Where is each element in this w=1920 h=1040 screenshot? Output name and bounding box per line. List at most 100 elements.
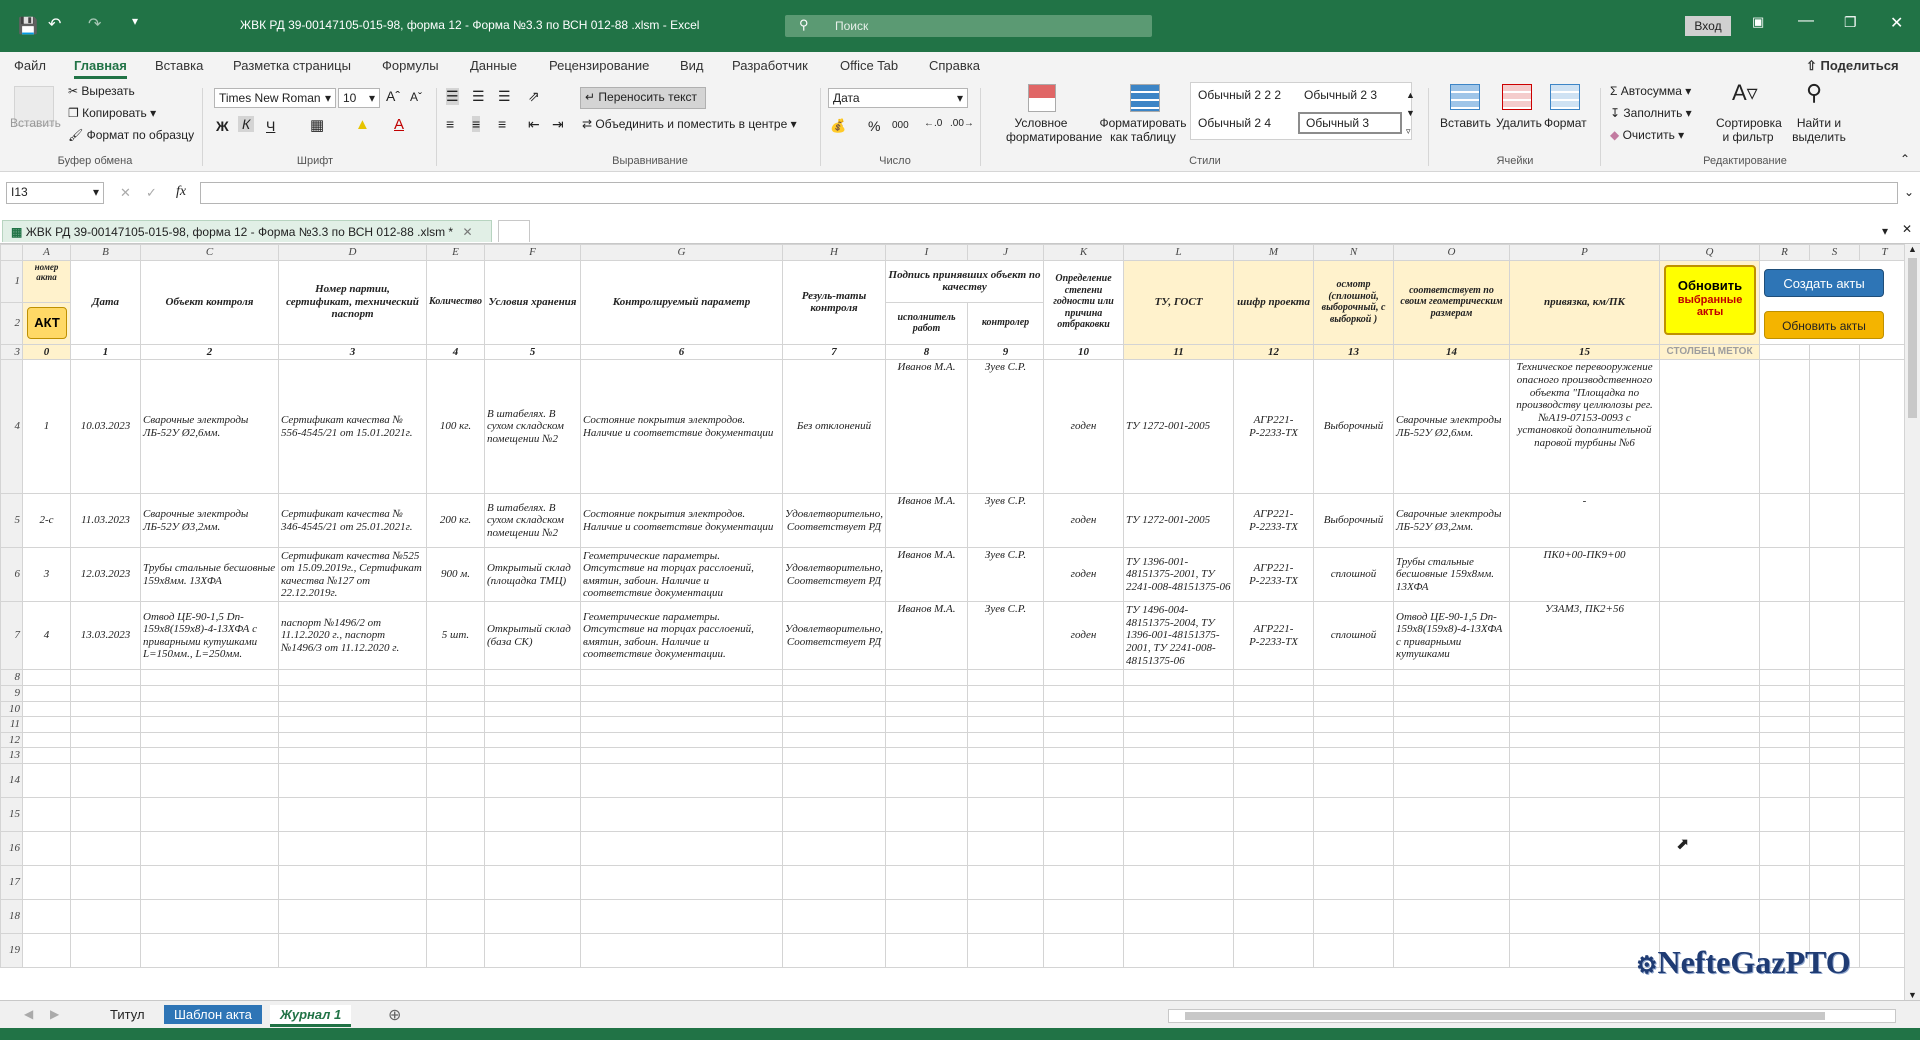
cell-e[interactable]: 5 шт. <box>426 601 485 671</box>
cell-empty[interactable] <box>1233 684 1315 702</box>
column-header[interactable]: A <box>22 244 71 261</box>
cell-a[interactable]: 2-с <box>22 493 71 549</box>
ribbon-display-icon[interactable]: ▣ <box>1752 14 1764 30</box>
horizontal-scrollbar[interactable] <box>1168 1009 1896 1023</box>
cell-empty[interactable] <box>70 797 141 833</box>
cell-empty[interactable] <box>1393 731 1511 749</box>
column-header[interactable]: J <box>967 244 1045 261</box>
cell-m[interactable]: АГР221-Р-2233-ТХ <box>1233 493 1315 549</box>
cell-empty[interactable] <box>1233 763 1315 799</box>
row-header[interactable]: 17 <box>0 865 23 901</box>
cell-empty[interactable] <box>278 684 427 702</box>
cell-empty[interactable] <box>1233 716 1315 733</box>
cell-empty[interactable] <box>1393 763 1511 799</box>
cell-f[interactable]: В штабелях. В сухом складском помещении … <box>483 493 581 549</box>
cell-empty[interactable] <box>885 831 969 867</box>
horizontal-scroll-thumb[interactable] <box>1185 1012 1825 1020</box>
cell-empty[interactable] <box>1313 669 1395 686</box>
cell-empty[interactable] <box>426 669 485 686</box>
cell-empty[interactable] <box>278 700 427 718</box>
cell-empty[interactable] <box>1659 763 1761 799</box>
share-button[interactable]: ⇧ Поделиться <box>1806 58 1899 74</box>
cell-empty[interactable] <box>1809 763 1861 799</box>
cell-empty[interactable] <box>1509 747 1661 765</box>
row-header[interactable]: 5 <box>0 493 23 549</box>
cell-empty[interactable] <box>1509 716 1661 733</box>
align-bottom-icon[interactable]: ☰ <box>498 88 511 105</box>
row-header[interactable]: 3 <box>0 343 23 361</box>
cell-empty[interactable] <box>1043 747 1125 765</box>
cell-o[interactable]: Сварочные электроды ЛБ-52У Ø3,2мм. <box>1393 493 1511 549</box>
cell-empty[interactable] <box>1809 747 1861 765</box>
decrease-decimal-icon[interactable]: .00→ <box>950 118 974 129</box>
cell-empty[interactable] <box>1393 831 1511 867</box>
cell-empty[interactable] <box>1313 700 1395 718</box>
cell-empty[interactable] <box>781 747 887 765</box>
cell-empty[interactable] <box>70 684 141 702</box>
close-tab-icon[interactable]: ✕ <box>462 225 472 239</box>
cell-empty[interactable] <box>70 933 141 969</box>
style-normal-2-2-2[interactable]: Обычный 2 2 2 <box>1198 88 1281 102</box>
cell-empty[interactable] <box>1233 831 1315 867</box>
cell-empty[interactable] <box>70 731 141 749</box>
cell-empty[interactable] <box>426 797 485 833</box>
select-all-corner[interactable] <box>0 244 23 261</box>
autosum-button[interactable]: Σ Автосумма ▾ <box>1610 84 1691 98</box>
align-right-icon[interactable]: ≡ <box>498 116 506 132</box>
cell-empty[interactable] <box>1123 731 1235 749</box>
cell-empty[interactable] <box>278 763 427 799</box>
cell-empty[interactable] <box>483 700 581 718</box>
cell-m[interactable]: АГР221-Р-2233-ТХ <box>1233 601 1315 671</box>
cell-empty[interactable] <box>1859 797 1911 833</box>
cell-empty[interactable] <box>1043 700 1125 718</box>
cell-k[interactable]: годен <box>1043 493 1125 549</box>
cell-empty[interactable] <box>278 865 427 901</box>
cell-d[interactable]: Сертификат качества № 346-4545/21 от 25.… <box>278 493 427 549</box>
cell-empty[interactable] <box>140 933 279 969</box>
tab-insert[interactable]: Вставка <box>155 58 203 73</box>
cell-empty[interactable] <box>483 831 581 867</box>
cell-empty[interactable] <box>140 763 279 799</box>
add-sheet-icon[interactable]: ⊕ <box>388 1005 401 1025</box>
cell-empty[interactable] <box>781 899 887 935</box>
cell-empty[interactable] <box>1659 669 1761 686</box>
cell-a[interactable]: 3 <box>22 547 71 603</box>
number-format-select[interactable]: Дата ▾ <box>828 88 968 108</box>
increase-decimal-icon[interactable]: ←.0 <box>924 118 942 129</box>
cell-empty[interactable] <box>1313 933 1395 969</box>
cell-empty[interactable] <box>140 700 279 718</box>
cell-empty[interactable] <box>70 763 141 799</box>
column-header[interactable]: Q <box>1659 244 1761 261</box>
column-header[interactable]: O <box>1393 244 1511 261</box>
cell-empty[interactable] <box>1809 359 1861 495</box>
cancel-formula-icon[interactable]: ✕ <box>120 185 131 201</box>
cell-empty[interactable] <box>1123 933 1235 969</box>
cell-h[interactable]: Без отклонений <box>781 359 887 495</box>
cell-empty[interactable] <box>426 716 485 733</box>
cell-n[interactable]: сплошной <box>1313 547 1395 603</box>
redo-icon[interactable]: ↷ <box>88 14 101 34</box>
cell-empty[interactable] <box>483 865 581 901</box>
cell-f[interactable]: Открытый склад (площадка ТМЦ) <box>483 547 581 603</box>
cell-empty[interactable] <box>278 899 427 935</box>
customize-toolbar-icon[interactable]: ▾ <box>132 14 138 28</box>
cell-empty[interactable] <box>579 797 783 833</box>
cell-empty[interactable] <box>1233 899 1315 935</box>
cell-empty[interactable] <box>1859 684 1911 702</box>
cell-empty[interactable] <box>483 763 581 799</box>
close-workbook-icon[interactable]: ✕ <box>1902 222 1912 236</box>
insert-function-button[interactable]: fx <box>176 184 186 200</box>
cell-empty[interactable] <box>426 731 485 749</box>
cell-empty[interactable] <box>1313 731 1395 749</box>
cell-empty[interactable] <box>1313 899 1395 935</box>
percent-icon[interactable]: % <box>868 118 880 134</box>
cell-empty[interactable] <box>1759 865 1811 901</box>
wrap-text-button[interactable]: ↵ Переносить текст <box>580 87 706 109</box>
tab-data[interactable]: Данные <box>470 58 517 73</box>
cell-empty[interactable] <box>1313 747 1395 765</box>
cell-empty[interactable] <box>483 669 581 686</box>
cell-empty[interactable] <box>1859 831 1911 867</box>
format-cells-button[interactable]: Формат <box>1544 116 1587 130</box>
sort-filter-icon[interactable]: A▿ <box>1732 80 1758 106</box>
delete-cells-button[interactable]: Удалить <box>1496 116 1542 130</box>
